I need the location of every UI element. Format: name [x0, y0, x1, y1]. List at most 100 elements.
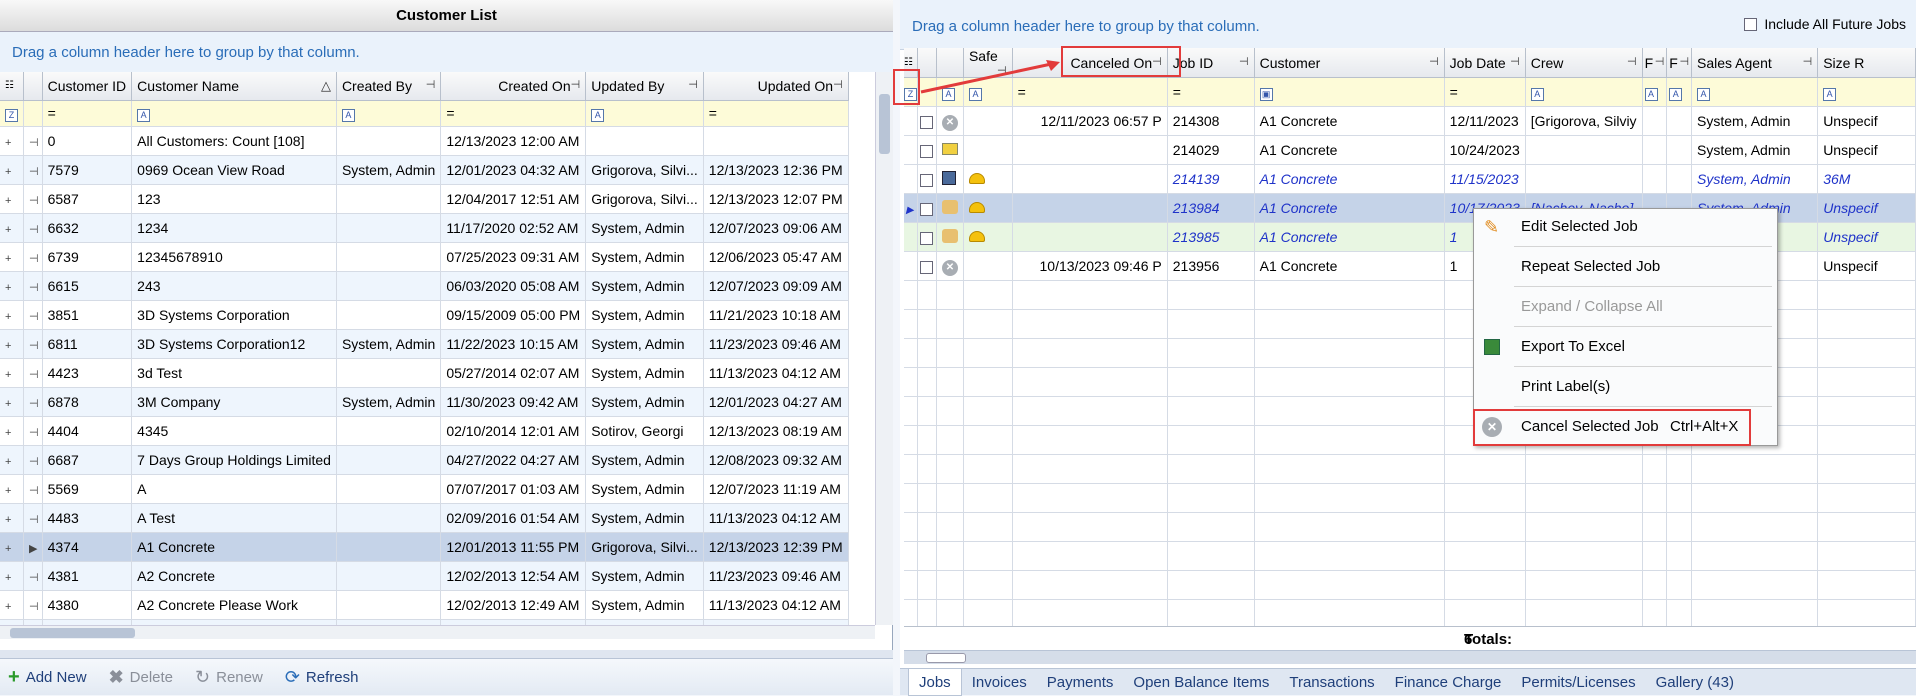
cell[interactable]: Sotirov, Georgi	[585, 416, 704, 446]
checkbox[interactable]	[1744, 17, 1758, 31]
cell[interactable]: Grigorova, Silvi...	[585, 155, 704, 185]
cell[interactable]	[904, 222, 918, 252]
horizontal-scrollbar[interactable]	[904, 650, 1916, 664]
cell[interactable]: 1234	[131, 213, 337, 243]
cell[interactable]: A2 Concrete Please Work	[131, 590, 337, 620]
cell[interactable]: Unspecif	[1817, 135, 1916, 165]
cell[interactable]: Grigorova, Silvi...	[585, 532, 704, 562]
expand-icon[interactable]: +	[5, 253, 12, 265]
cell[interactable]	[1012, 135, 1168, 165]
table-row[interactable]: + ⊣ 6587 123 12/04/2017 12:51 AM Grigorova, S…	[0, 184, 849, 214]
cell[interactable]	[963, 135, 1013, 165]
table-row[interactable]: + ▶ 4374 A1 Concrete 12/01/2013 11:55 PM Grig…	[0, 532, 849, 562]
table-row[interactable]: + ⊣ 6878 3M Company System, Admin 11/30/2023 …	[0, 387, 849, 417]
table-row[interactable]: + ⊣ 3851 3D Systems Corporation 09/15/2009 0…	[0, 300, 849, 330]
pin-icon[interactable]: ⊣	[1429, 55, 1439, 68]
cell[interactable]: System, Admin	[585, 213, 704, 243]
cell[interactable]	[1525, 164, 1643, 194]
expand-icon[interactable]: +	[5, 398, 12, 410]
tab-transactions[interactable]: Transactions	[1279, 669, 1384, 696]
expand-icon[interactable]: +	[5, 166, 12, 178]
cell[interactable]	[904, 135, 918, 165]
cell[interactable]: 3D Systems Corporation	[131, 300, 337, 330]
cell[interactable]	[336, 561, 442, 591]
cell[interactable]: System, Admin	[336, 387, 442, 417]
header-updated-on[interactable]: Updated On ⊣	[703, 72, 849, 101]
cell[interactable]: System, Admin	[585, 590, 704, 620]
cell[interactable]: System, Admin	[585, 271, 704, 301]
expand-icon[interactable]: +	[5, 369, 12, 381]
cell[interactable]: 06/03/2020 05:08 AM	[440, 271, 587, 301]
cell[interactable]	[917, 251, 937, 281]
expand-icon[interactable]: +	[5, 340, 12, 352]
cell[interactable]: A Test	[131, 503, 337, 533]
cell[interactable]: 7 Days Group Holdings Limited	[131, 445, 337, 475]
cell[interactable]: System, Admin	[1691, 135, 1819, 165]
cell[interactable]: 36M	[1817, 164, 1916, 194]
column-chooser-icon[interactable]: ☷	[0, 72, 24, 101]
cell[interactable]	[336, 213, 442, 243]
cell[interactable]: 5569	[42, 474, 133, 504]
cell[interactable]	[1666, 106, 1693, 136]
tab-jobs[interactable]: Jobs	[908, 668, 962, 696]
cell[interactable]: 12/07/2023 11:19 AM	[703, 474, 849, 504]
cell[interactable]: Unspecif	[1817, 193, 1916, 223]
pin-icon[interactable]: ⊣	[1627, 55, 1637, 68]
cell[interactable]: 4483	[42, 503, 133, 533]
row-checkbox[interactable]	[920, 115, 933, 129]
expand-icon[interactable]: +	[5, 137, 12, 149]
cell[interactable]: 0969 Ocean View Road	[131, 155, 337, 185]
header-created-by[interactable]: Created By ⊣	[336, 72, 442, 101]
vertical-scrollbar[interactable]	[875, 72, 893, 625]
expand-icon[interactable]: +	[5, 514, 12, 526]
expand-cell[interactable]: +	[0, 503, 24, 533]
expand-cell[interactable]: +	[0, 358, 24, 388]
header-job-date[interactable]: Job Date ⊣	[1444, 48, 1526, 78]
cell[interactable]: System, Admin	[585, 503, 704, 533]
tab-open-balance-items[interactable]: Open Balance Items	[1123, 669, 1279, 696]
horizontal-scrollbar[interactable]	[0, 625, 875, 639]
header-f2[interactable]: F ⊣	[1666, 48, 1693, 78]
cell[interactable]: 214029	[1167, 135, 1255, 165]
cell[interactable]: 12/02/2013 12:49 AM	[440, 590, 587, 620]
cell[interactable]	[917, 193, 937, 223]
filter-created-by[interactable]: A	[336, 100, 442, 127]
cell[interactable]: 11/15/2023	[1444, 164, 1526, 194]
cell[interactable]: A1 Concrete	[1254, 251, 1445, 281]
cell[interactable]	[1666, 135, 1693, 165]
cell[interactable]: 12/13/2023 12:00 AM	[440, 126, 587, 156]
cell[interactable]: 6632	[42, 213, 133, 243]
expand-icon[interactable]: +	[5, 543, 12, 555]
table-row[interactable]: + ⊣ 7579 0969 Ocean View Road System, Admin 1…	[0, 155, 849, 185]
expand-cell[interactable]: +	[0, 474, 24, 504]
filter-updated-by[interactable]: A	[585, 100, 704, 127]
expand-cell[interactable]: +	[0, 416, 24, 446]
cell[interactable]	[904, 106, 918, 136]
cell[interactable]: System, Admin	[585, 300, 704, 330]
table-row[interactable]: + ⊣ 5569 A 07/07/2017 01:03 AM System, Admin 1…	[0, 474, 849, 504]
table-row[interactable]: + ⊣ 6687 7 Days Group Holdings Limited 04/27…	[0, 445, 849, 475]
expand-icon[interactable]: +	[5, 456, 12, 468]
expand-icon[interactable]: +	[5, 572, 12, 584]
cell[interactable]: 4381	[42, 561, 133, 591]
cell[interactable]: Unspecif	[1817, 222, 1916, 252]
cell[interactable]: 11/13/2023 04:12 AM	[703, 590, 849, 620]
expand-icon[interactable]: +	[5, 311, 12, 323]
filter-f1[interactable]: A	[1642, 77, 1668, 107]
cell[interactable]: 12/11/2023	[1444, 106, 1526, 136]
table-row[interactable]: + ⊣ 6811 3D Systems Corporation12 System, Ad…	[0, 329, 849, 359]
cell[interactable]	[917, 106, 937, 136]
cell[interactable]: 12/02/2013 12:54 AM	[440, 561, 587, 591]
cell[interactable]: 11/23/2023 09:46 AM	[703, 561, 849, 591]
pin-icon[interactable]: ⊣	[571, 78, 581, 91]
expand-icon[interactable]: +	[5, 282, 12, 294]
row-checkbox[interactable]	[920, 202, 933, 216]
menu-repeat-selected-job[interactable]: Repeat Selected Job	[1474, 252, 1777, 282]
cell[interactable]: 10/24/2023	[1444, 135, 1526, 165]
filter-updated-on[interactable]: =	[703, 100, 849, 127]
cell[interactable]: A	[131, 474, 337, 504]
filter-f2[interactable]: A	[1666, 77, 1693, 107]
include-future-jobs-checkbox[interactable]: Include All Future Jobs	[1744, 16, 1906, 32]
cell[interactable]	[703, 126, 849, 156]
table-row[interactable]: + ⊣ 4483 A Test 02/09/2016 01:54 AM System, A…	[0, 503, 849, 533]
